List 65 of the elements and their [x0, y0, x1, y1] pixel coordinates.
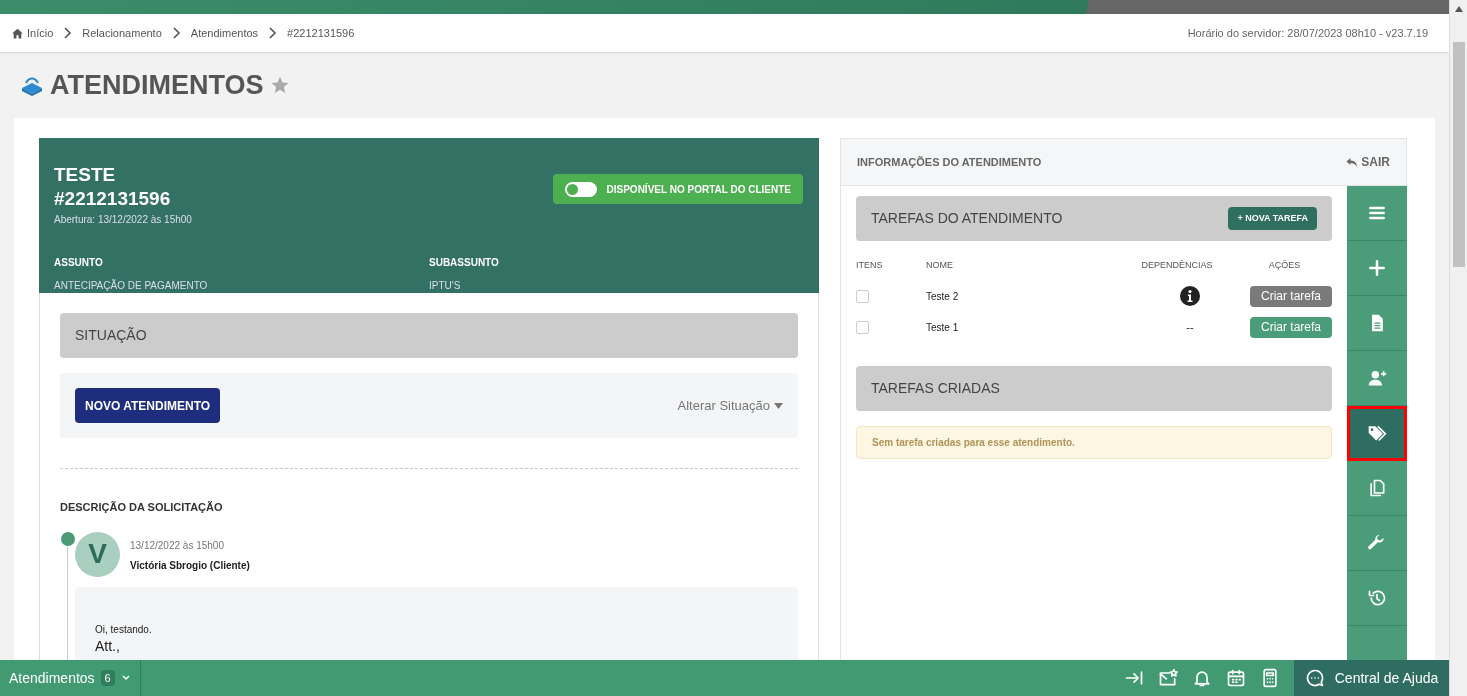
column-header: DEPENDÊNCIAS: [1140, 259, 1214, 272]
change-status-dropdown[interactable]: Alterar Situação: [677, 395, 783, 416]
scroll-thumb[interactable]: [1452, 42, 1465, 267]
message-text: Oi, testando.: [95, 622, 153, 637]
field-label: SUBASSUNTO: [429, 256, 500, 270]
scroll-up-icon[interactable]: [1454, 6, 1463, 12]
message-date: 13/12/2022 às 15h00: [130, 538, 225, 553]
message-text: Att.,: [95, 637, 121, 654]
column-header: NOME: [926, 259, 954, 272]
create-task-button[interactable]: Criar tarefa: [1250, 316, 1332, 338]
bell-icon[interactable]: [1192, 668, 1212, 688]
opening-date: Abertura: 13/12/2022 às 15h00: [54, 213, 192, 227]
help-center-button[interactable]: Central de Ajuda: [1294, 660, 1449, 696]
ticket-title: TESTE: [54, 164, 117, 186]
panel-title: INFORMAÇÕES DO ATENDIMENTO: [857, 154, 1042, 170]
dependency-text: --: [1186, 319, 1194, 335]
envelope-star-icon[interactable]: [1158, 668, 1178, 688]
task-name: Teste 2: [926, 289, 960, 304]
breadcrumb-link[interactable]: #2212131596: [287, 24, 355, 42]
message-author: Victória Sbrogio (Cliente): [130, 558, 250, 573]
column-header: ITENS: [856, 259, 884, 272]
server-time: Horário do servidor: 28/07/2023 08h10 - v23.7.19: [1187, 25, 1429, 41]
avatar: V: [75, 531, 120, 577]
plus-icon: [1367, 258, 1387, 278]
chevron-right-icon: [171, 27, 181, 39]
star-icon[interactable]: [269, 75, 290, 95]
breadcrumb-link[interactable]: Relacionamento: [82, 24, 162, 42]
exit-button[interactable]: SAIR: [1346, 153, 1390, 171]
calculator-icon[interactable]: [1260, 668, 1280, 688]
add-user-icon: [1367, 368, 1387, 388]
arrow-to-line-icon[interactable]: [1124, 668, 1144, 688]
home-icon: [11, 26, 24, 40]
toggle-switch[interactable]: [564, 181, 597, 197]
field-value: IPTU'S: [429, 279, 462, 293]
new-ticket-button[interactable]: NOVO ATENDIMENTO: [75, 388, 221, 423]
section-title: SITUAÇÃO: [75, 326, 147, 345]
bottom-title[interactable]: Atendimentos: [9, 667, 95, 689]
empty-message: Sem tarefa criadas para esse atendimento.: [872, 435, 1075, 450]
checkbox[interactable]: [856, 320, 869, 334]
column-header: AÇÕES: [1267, 259, 1302, 272]
calendar-icon[interactable]: [1226, 668, 1246, 688]
breadcrumb-link[interactable]: Início: [27, 24, 54, 42]
ticket-number: #2212131596: [54, 187, 172, 211]
tags-icon: [1367, 423, 1387, 443]
section-title: TAREFAS DO ATENDIMENTO: [871, 209, 1063, 228]
task-name: Teste 1: [926, 320, 960, 335]
toolbar-button[interactable]: [1347, 406, 1407, 461]
description-title: DESCRIÇÃO DA SOLICITAÇÃO: [60, 500, 224, 515]
info-icon[interactable]: [1180, 286, 1200, 306]
chevron-down-icon[interactable]: [120, 673, 131, 683]
page-title: ATENDIMENTOS: [50, 68, 264, 102]
chevron-right-icon: [268, 27, 278, 39]
field-value: ANTECIPAÇÃO DE PAGAMENTO: [54, 278, 209, 293]
chevron-right-icon: [63, 27, 73, 39]
field-label: ASSUNTO: [54, 256, 104, 270]
new-task-button[interactable]: + NOVA TAREFA: [1228, 207, 1317, 230]
history-icon: [1367, 588, 1387, 608]
copy-icon: [1367, 478, 1387, 498]
chat-bubble-icon: [1304, 668, 1325, 688]
count-badge: 6: [100, 669, 115, 687]
scrollbar[interactable]: [1449, 0, 1467, 696]
section-title: TAREFAS CRIADAS: [871, 378, 1000, 398]
caret-down-icon: [774, 402, 783, 409]
reply-arrow-icon: [1346, 156, 1359, 168]
breadcrumb-link[interactable]: Atendimentos: [190, 24, 259, 42]
